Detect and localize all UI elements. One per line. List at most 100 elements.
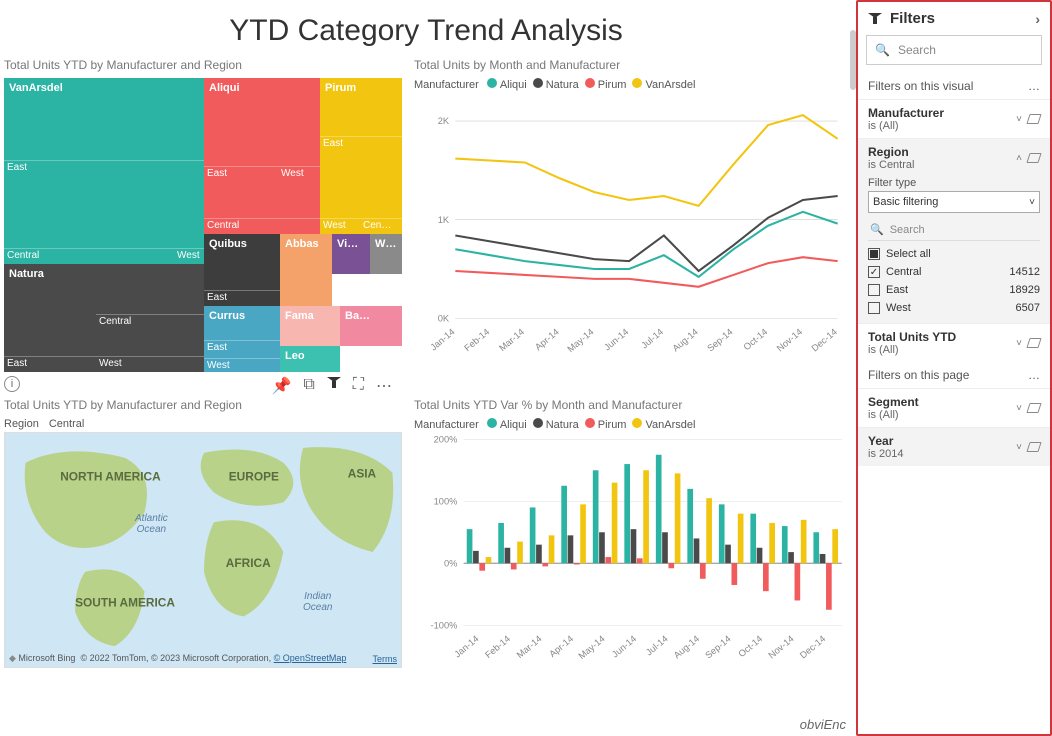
more-icon[interactable]: ⋯: [376, 376, 392, 396]
filter-card-manufacturer[interactable]: Manufactureris (All) ˅: [858, 99, 1050, 138]
legend-item-aliqui[interactable]: Aliqui: [500, 79, 527, 91]
treemap-cell-currus[interactable]: CurrusEastWest: [204, 306, 280, 372]
map-canvas[interactable]: NORTH AMERICA EUROPE ASIA AFRICA SOUTH A…: [4, 432, 402, 668]
filter-icon[interactable]: [327, 376, 341, 396]
eraser-icon[interactable]: [1026, 153, 1041, 163]
filter-type-select[interactable]: Basic filtering˅: [868, 191, 1040, 213]
svg-text:Nov-14: Nov-14: [766, 634, 795, 661]
filter-card-total_units_ytd[interactable]: Total Units YTDis (All) ˅: [858, 323, 1050, 362]
filters-page-section-title: Filters on this page…: [858, 362, 1050, 388]
info-icon[interactable]: i: [4, 376, 20, 392]
svg-text:Nov-14: Nov-14: [775, 327, 804, 354]
svg-text:Sep-14: Sep-14: [705, 327, 734, 354]
filter-option-west[interactable]: West 6507: [868, 299, 1040, 317]
treemap-subregion[interactable]: East: [4, 356, 96, 372]
chevron-down-icon[interactable]: ˅: [1016, 403, 1022, 414]
canvas-scrollbar[interactable]: [850, 30, 856, 90]
search-icon: 🔍: [870, 223, 884, 236]
treemap-cell-ba[interactable]: Ba…: [340, 306, 402, 346]
filters-collapse-icon[interactable]: ›: [1035, 11, 1040, 27]
focus-icon[interactable]: ⛶: [353, 376, 364, 396]
svg-text:100%: 100%: [434, 496, 458, 506]
legend-item-vanarsdel[interactable]: VanArsdel: [645, 79, 695, 91]
osm-link[interactable]: © OpenStreetMap: [274, 653, 347, 663]
treemap-subregion[interactable]: West: [320, 218, 360, 234]
legend-item-aliqui[interactable]: Aliqui: [500, 419, 527, 431]
treemap-subregion[interactable]: West: [204, 358, 280, 372]
eraser-icon[interactable]: [1026, 403, 1041, 413]
treemap-subregion[interactable]: West: [174, 248, 204, 264]
treemap-subregion[interactable]: Central: [96, 314, 204, 328]
chevron-down-icon[interactable]: ˅: [1016, 338, 1022, 349]
treemap-cell-fama[interactable]: Fama: [280, 306, 340, 346]
svg-text:Dec-14: Dec-14: [810, 327, 839, 354]
chevron-up-icon[interactable]: ˄: [1016, 153, 1022, 164]
filter-card-year[interactable]: Yearis 2014 ˅: [858, 427, 1050, 466]
treemap-subregion[interactable]: Cen…: [360, 218, 402, 234]
map-attribution: ◆ Microsoft Bing © 2022 TomTom, © 2023 M…: [9, 653, 397, 664]
svg-text:NORTH AMERICA: NORTH AMERICA: [60, 470, 161, 484]
pin-icon[interactable]: 📌: [271, 376, 291, 396]
svg-text:Aug-14: Aug-14: [671, 327, 700, 354]
eraser-icon[interactable]: [1026, 442, 1041, 452]
eraser-icon[interactable]: [1026, 114, 1041, 124]
treemap-cell-w[interactable]: W…: [370, 234, 402, 274]
treemap-cell-aliqui[interactable]: AliquiEastWestCentral: [204, 78, 320, 234]
treemap-cell-vanarsdel[interactable]: VanArsdelEastCentralWest: [4, 78, 204, 264]
treemap-subregion[interactable]: East: [204, 340, 280, 354]
svg-text:2K: 2K: [438, 116, 450, 126]
treemap-subregion[interactable]: West: [96, 356, 204, 372]
svg-text:Oct-14: Oct-14: [737, 634, 765, 660]
legend-item-vanarsdel[interactable]: VanArsdel: [645, 419, 695, 431]
filters-search-input[interactable]: 🔍 Search: [866, 35, 1042, 65]
legend-item-pirum[interactable]: Pirum: [598, 419, 627, 431]
treemap-cell-quibus[interactable]: QuibusEast: [204, 234, 280, 306]
watermark: obviEnc: [800, 717, 846, 732]
treemap-cell-leo[interactable]: Leo: [280, 346, 340, 372]
filter-pane-icon: [868, 13, 882, 25]
copy-icon[interactable]: ⧉: [303, 376, 314, 396]
svg-text:Dec-14: Dec-14: [798, 634, 827, 661]
svg-text:Sep-14: Sep-14: [703, 634, 732, 661]
treemap-subregion[interactable]: Central: [204, 218, 320, 234]
bar-chart-visual[interactable]: Total Units YTD Var % by Month and Manuf…: [414, 398, 848, 688]
legend-item-natura[interactable]: Natura: [546, 419, 579, 431]
line-chart-legend: Manufacturer AliquiNaturaPirumVanArsdel: [414, 78, 848, 91]
svg-text:Jun-14: Jun-14: [602, 327, 630, 353]
filter-options-search[interactable]: 🔍Search: [868, 219, 1040, 241]
filter-option-central[interactable]: Central 14512: [868, 263, 1040, 281]
treemap-cell-abbas[interactable]: Abbas: [280, 234, 332, 306]
world-map-svg: NORTH AMERICA EUROPE ASIA AFRICA SOUTH A…: [5, 433, 401, 667]
filter-card-segment[interactable]: Segmentis (All) ˅: [858, 388, 1050, 427]
chevron-down-icon[interactable]: ˅: [1016, 114, 1022, 125]
svg-text:Jan-14: Jan-14: [428, 327, 456, 353]
treemap-subregion[interactable]: East: [204, 166, 278, 180]
treemap-cell-pirum[interactable]: PirumEastWestCen…: [320, 78, 402, 234]
treemap-subregion[interactable]: East: [4, 160, 204, 174]
ocean-label-indian: IndianOcean: [303, 591, 332, 613]
report-title: YTD Category Trend Analysis: [4, 14, 848, 48]
treemap-subregion[interactable]: Central: [4, 248, 174, 264]
filter-option-select all[interactable]: Select all: [868, 245, 1040, 263]
chevron-down-icon[interactable]: ˅: [1016, 442, 1022, 453]
filter-card-region[interactable]: Regionis Central ˄ Filter type Basic fil…: [858, 138, 1050, 323]
line-chart-visual[interactable]: Total Units by Month and Manufacturer Ma…: [414, 58, 848, 378]
legend-item-pirum[interactable]: Pirum: [598, 79, 627, 91]
treemap-subregion[interactable]: West: [278, 166, 320, 180]
svg-text:EUROPE: EUROPE: [229, 470, 279, 484]
line-chart-plot: 0K1K2KJan-14Feb-14Mar-14Apr-14May-14Jun-…: [414, 91, 848, 360]
legend-item-natura[interactable]: Natura: [546, 79, 579, 91]
filter-option-east[interactable]: East 18929: [868, 281, 1040, 299]
eraser-icon[interactable]: [1026, 338, 1041, 348]
treemap-subregion[interactable]: East: [204, 290, 280, 304]
svg-text:Aug-14: Aug-14: [672, 634, 701, 661]
filters-pane: Filters › 🔍 Search Filters on this visua…: [856, 0, 1052, 736]
svg-text:Mar-14: Mar-14: [515, 634, 544, 661]
map-visual[interactable]: Total Units YTD by Manufacturer and Regi…: [4, 398, 402, 688]
treemap-visual[interactable]: Total Units YTD by Manufacturer and Regi…: [4, 58, 402, 378]
treemap-cell-natura[interactable]: NaturaCentralEastWest: [4, 264, 204, 372]
map-terms-link[interactable]: Terms: [373, 654, 398, 664]
treemap-subregion[interactable]: East: [320, 136, 402, 150]
svg-text:SOUTH AMERICA: SOUTH AMERICA: [75, 596, 175, 610]
treemap-cell-vi[interactable]: Vi…: [332, 234, 370, 274]
